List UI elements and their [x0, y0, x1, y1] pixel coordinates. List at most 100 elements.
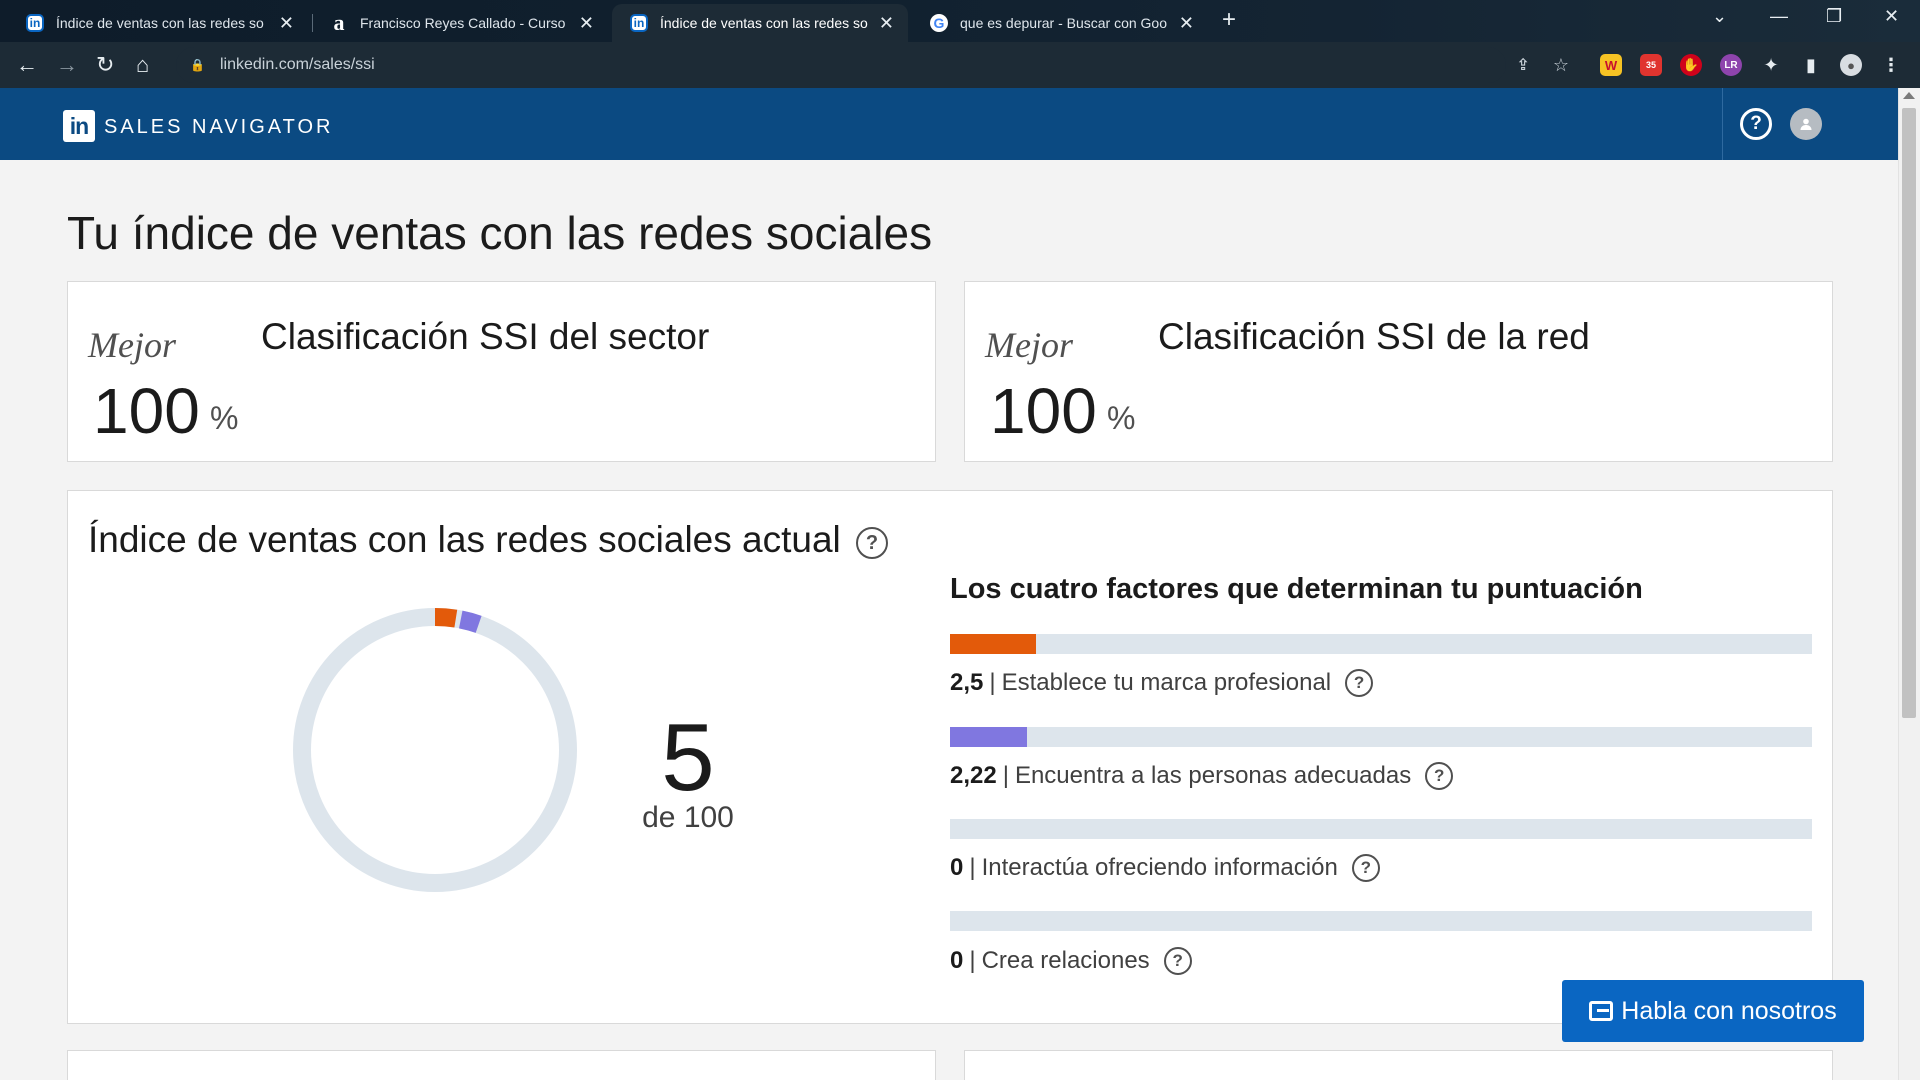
minimize-icon[interactable]: —: [1770, 6, 1788, 27]
browser-tab-4[interactable]: G que es depurar - Buscar con Goo ✕: [912, 4, 1208, 42]
factor-bar-fill: [950, 634, 1037, 654]
browser-tab-bar: in Índice de ventas con las redes so ✕ a…: [0, 0, 1920, 42]
page-title: Tu índice de ventas con las redes social…: [67, 207, 933, 259]
browser-tab-2[interactable]: a Francisco Reyes Callado - Curso ✕: [312, 4, 608, 42]
chat-icon: [1589, 1001, 1614, 1021]
factor-people: 2,22 | Encuentra a las personas adecuada…: [950, 762, 1454, 790]
tab-title: Índice de ventas con las redes so: [660, 15, 868, 31]
profile-avatar-icon[interactable]: ●: [1840, 54, 1862, 76]
extension-badge-icon[interactable]: 35: [1640, 54, 1662, 76]
bookmark-star-icon[interactable]: ☆: [1550, 54, 1572, 76]
rank-title: Clasificación SSI de la red: [1158, 316, 1590, 357]
factor-value: 2,22: [950, 762, 997, 789]
share-icon[interactable]: ⇪: [1512, 54, 1534, 76]
url-text: linkedin.com/sales/ssi: [220, 56, 375, 73]
person-icon: [1800, 118, 1812, 130]
address-bar[interactable]: 🔒 linkedin.com/sales/ssi: [176, 47, 1506, 83]
factor-bar-people: [950, 727, 1812, 747]
current-ssi-card: Índice de ventas con las redes sociales …: [67, 490, 1833, 1024]
side-panel-icon[interactable]: ▮: [1800, 54, 1822, 76]
extension-lr-icon[interactable]: LR: [1720, 54, 1742, 76]
user-avatar[interactable]: [1790, 108, 1822, 140]
back-icon[interactable]: ←: [16, 52, 38, 78]
browser-tab-3-active[interactable]: in Índice de ventas con las redes so ✕: [612, 4, 908, 42]
rank-unit: %: [1107, 400, 1136, 436]
rank-unit: %: [210, 400, 239, 436]
close-window-icon[interactable]: ✕: [1884, 6, 1899, 27]
donut-segment-1: [458, 610, 482, 633]
factor-help-icon[interactable]: ?: [1163, 947, 1192, 975]
rank-best-label: Mejor: [985, 325, 1073, 365]
factor-value: 2,5: [950, 669, 984, 696]
factor-label: Interactúa ofreciendo información: [981, 854, 1338, 881]
amazon-icon: a: [333, 10, 345, 35]
factor-help-icon[interactable]: ?: [1345, 669, 1374, 697]
scrollbar-thumb[interactable]: [1902, 108, 1916, 718]
rank-best-label: Mejor: [88, 325, 176, 365]
factor-label: Establece tu marca profesional: [1001, 669, 1332, 696]
header-divider: [1722, 88, 1723, 160]
chat-button[interactable]: Habla con nosotros: [1562, 980, 1864, 1042]
factor-value: 0: [950, 947, 964, 974]
factor-help-icon[interactable]: ?: [1425, 762, 1454, 790]
factor-separator: |: [969, 854, 976, 881]
restore-icon[interactable]: ❐: [1826, 6, 1842, 27]
factor-separator: |: [969, 947, 976, 974]
tab-title: Francisco Reyes Callado - Curso: [360, 15, 566, 31]
factor-bar-fill: [950, 727, 1027, 747]
reload-icon[interactable]: ↻: [96, 52, 114, 78]
rank-title: Clasificación SSI del sector: [261, 316, 710, 357]
factor-relationships: 0 | Crea relaciones ?: [950, 947, 1192, 975]
lower-card-right: [964, 1050, 1833, 1080]
factor-separator: |: [1002, 762, 1009, 789]
lock-icon: 🔒: [190, 58, 205, 72]
close-tab-icon[interactable]: ✕: [879, 13, 894, 34]
factor-separator: |: [989, 669, 996, 696]
close-tab-icon[interactable]: ✕: [579, 13, 594, 34]
network-ranking-card: Mejor Clasificación SSI de la red 100 %: [964, 281, 1833, 462]
browser-tab-1[interactable]: in Índice de ventas con las redes so ✕: [8, 4, 308, 42]
tab-search-icon[interactable]: ⌄: [1712, 6, 1727, 27]
close-tab-icon[interactable]: ✕: [279, 13, 294, 34]
factor-engage: 0 | Interactúa ofreciendo información ?: [950, 854, 1380, 882]
scroll-up-arrow[interactable]: [1903, 92, 1915, 99]
tab-title: que es depurar - Buscar con Goo: [960, 15, 1168, 31]
factor-label: Crea relaciones: [981, 947, 1150, 974]
brand-name[interactable]: SALES NAVIGATOR: [104, 116, 334, 139]
sales-navigator-header: in SALES NAVIGATOR ?: [0, 88, 1898, 160]
extensions-puzzle-icon[interactable]: ✦: [1760, 54, 1782, 76]
factor-bar-engage: [950, 819, 1812, 839]
browser-menu-icon[interactable]: ⋮: [1880, 54, 1902, 76]
browser-toolbar: ← → ↻ ⌂ 🔒 linkedin.com/sales/ssi ⇪ ☆ W 3…: [0, 42, 1920, 88]
extension-w-icon[interactable]: W: [1600, 54, 1622, 76]
factor-bar-relationships: [950, 911, 1812, 931]
adblock-icon[interactable]: ✋: [1680, 54, 1702, 76]
lower-card-left: [67, 1050, 936, 1080]
new-tab-button[interactable]: +: [1222, 6, 1236, 34]
ssi-score: 5: [661, 704, 715, 811]
rank-value: 100: [990, 375, 1097, 447]
google-icon: G: [930, 14, 948, 32]
factor-label: Encuentra a las personas adecuadas: [1014, 762, 1412, 789]
factors-title: Los cuatro factores que determinan tu pu…: [950, 573, 1643, 605]
donut-track: [293, 608, 577, 892]
linkedin-logo[interactable]: in: [63, 110, 95, 142]
factor-bar-brand: [950, 634, 1812, 654]
factor-value: 0: [950, 854, 964, 881]
help-icon[interactable]: ?: [1740, 108, 1772, 140]
ssi-donut-chart: [293, 608, 577, 892]
industry-ranking-card: Mejor Clasificación SSI del sector 100 %: [67, 281, 936, 462]
factor-help-icon[interactable]: ?: [1351, 854, 1380, 882]
ssi-title: Índice de ventas con las redes sociales …: [88, 519, 841, 560]
forward-icon[interactable]: →: [56, 52, 78, 78]
close-tab-icon[interactable]: ✕: [1179, 13, 1194, 34]
tab-title: Índice de ventas con las redes so: [56, 15, 264, 31]
rank-value: 100: [93, 375, 200, 447]
donut-segment-0: [434, 608, 458, 628]
home-icon[interactable]: ⌂: [136, 52, 149, 78]
ssi-help-icon[interactable]: ?: [856, 527, 888, 559]
chat-label: Habla con nosotros: [1621, 996, 1837, 1025]
factor-brand: 2,5 | Establece tu marca profesional ?: [950, 669, 1374, 697]
linkedin-icon: in: [630, 14, 648, 32]
linkedin-icon: in: [26, 14, 44, 32]
